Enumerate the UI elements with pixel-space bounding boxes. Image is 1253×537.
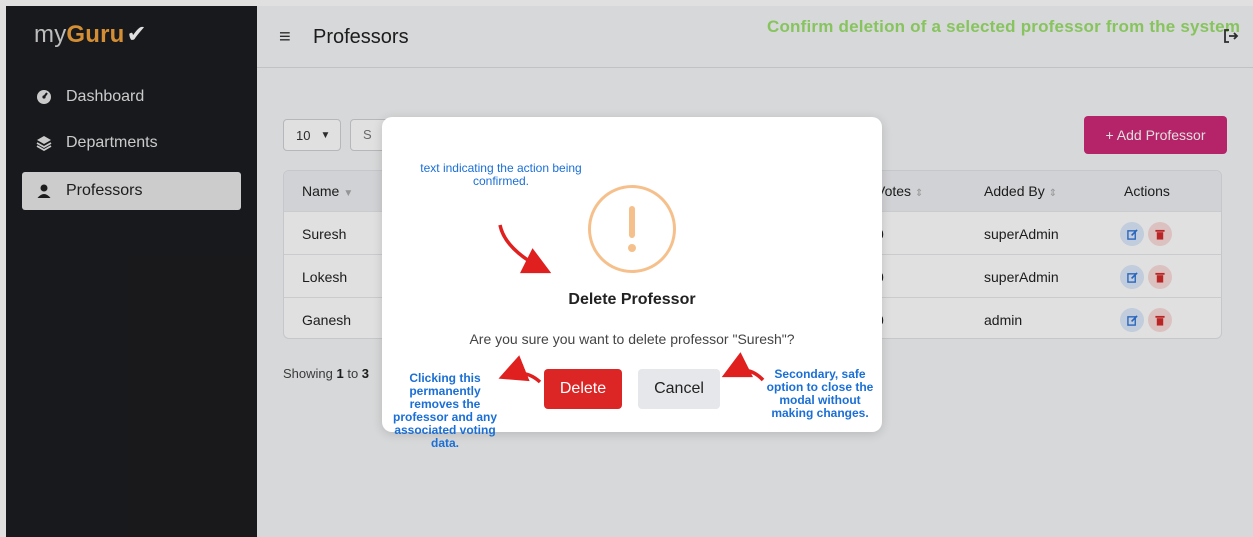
- annotation-cancel-note: Secondary, safe option to close the moda…: [766, 367, 874, 420]
- annotation-title-note: text indicating the action being confirm…: [420, 161, 582, 188]
- modal-title: Delete Professor: [568, 291, 696, 308]
- delete-button[interactable]: Delete: [544, 369, 622, 409]
- annotation-delete-note: Clicking this permanently removes the pr…: [392, 371, 498, 450]
- modal-message: Are you sure you want to delete professo…: [469, 331, 795, 347]
- warning-exclamation-icon: [588, 185, 676, 273]
- cancel-button[interactable]: Cancel: [638, 369, 720, 409]
